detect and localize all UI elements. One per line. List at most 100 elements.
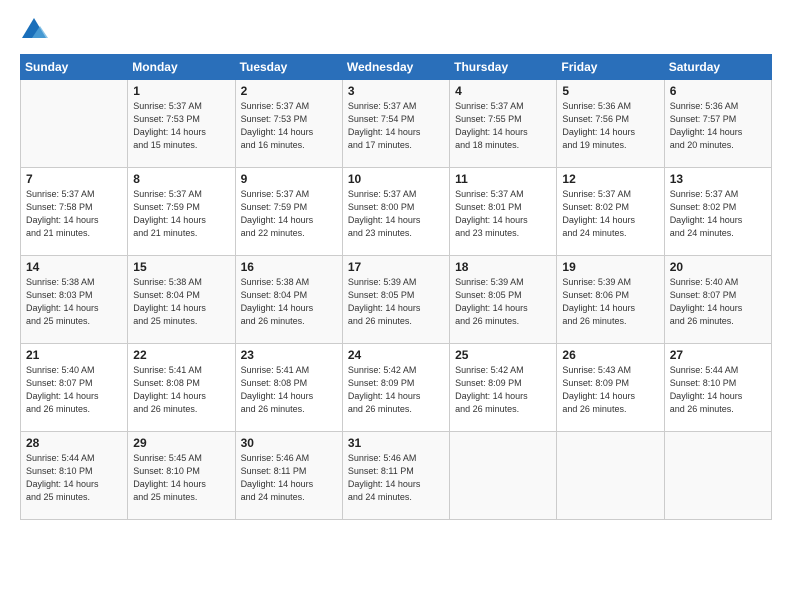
calendar-cell <box>557 432 664 520</box>
day-number: 26 <box>562 348 658 362</box>
day-number: 15 <box>133 260 229 274</box>
day-number: 8 <box>133 172 229 186</box>
calendar-cell <box>21 80 128 168</box>
calendar-cell: 10 Sunrise: 5:37 AM Sunset: 8:00 PM Dayli… <box>342 168 449 256</box>
calendar-cell: 13 Sunrise: 5:37 AM Sunset: 8:02 PM Dayli… <box>664 168 771 256</box>
calendar-cell: 25 Sunrise: 5:42 AM Sunset: 8:09 PM Dayli… <box>450 344 557 432</box>
day-info: Sunrise: 5:38 AM Sunset: 8:04 PM Dayligh… <box>241 276 337 328</box>
day-info: Sunrise: 5:37 AM Sunset: 7:55 PM Dayligh… <box>455 100 551 152</box>
calendar-cell: 2 Sunrise: 5:37 AM Sunset: 7:53 PM Daylig… <box>235 80 342 168</box>
day-number: 16 <box>241 260 337 274</box>
day-number: 4 <box>455 84 551 98</box>
day-info: Sunrise: 5:38 AM Sunset: 8:03 PM Dayligh… <box>26 276 122 328</box>
day-number: 10 <box>348 172 444 186</box>
day-number: 2 <box>241 84 337 98</box>
calendar-cell <box>664 432 771 520</box>
day-info: Sunrise: 5:37 AM Sunset: 8:02 PM Dayligh… <box>562 188 658 240</box>
day-info: Sunrise: 5:43 AM Sunset: 8:09 PM Dayligh… <box>562 364 658 416</box>
calendar-cell: 23 Sunrise: 5:41 AM Sunset: 8:08 PM Dayli… <box>235 344 342 432</box>
calendar-cell: 12 Sunrise: 5:37 AM Sunset: 8:02 PM Dayli… <box>557 168 664 256</box>
calendar-cell: 1 Sunrise: 5:37 AM Sunset: 7:53 PM Daylig… <box>128 80 235 168</box>
day-info: Sunrise: 5:37 AM Sunset: 7:59 PM Dayligh… <box>241 188 337 240</box>
day-info: Sunrise: 5:37 AM Sunset: 8:02 PM Dayligh… <box>670 188 766 240</box>
day-number: 14 <box>26 260 122 274</box>
day-number: 5 <box>562 84 658 98</box>
calendar-week-3: 14 Sunrise: 5:38 AM Sunset: 8:03 PM Dayli… <box>21 256 772 344</box>
calendar-cell: 16 Sunrise: 5:38 AM Sunset: 8:04 PM Dayli… <box>235 256 342 344</box>
day-number: 28 <box>26 436 122 450</box>
calendar-cell: 21 Sunrise: 5:40 AM Sunset: 8:07 PM Dayli… <box>21 344 128 432</box>
day-info: Sunrise: 5:37 AM Sunset: 7:53 PM Dayligh… <box>241 100 337 152</box>
calendar-cell: 18 Sunrise: 5:39 AM Sunset: 8:05 PM Dayli… <box>450 256 557 344</box>
day-info: Sunrise: 5:37 AM Sunset: 8:01 PM Dayligh… <box>455 188 551 240</box>
day-info: Sunrise: 5:39 AM Sunset: 8:06 PM Dayligh… <box>562 276 658 328</box>
day-info: Sunrise: 5:40 AM Sunset: 8:07 PM Dayligh… <box>670 276 766 328</box>
calendar-cell: 30 Sunrise: 5:46 AM Sunset: 8:11 PM Dayli… <box>235 432 342 520</box>
day-info: Sunrise: 5:39 AM Sunset: 8:05 PM Dayligh… <box>455 276 551 328</box>
calendar-cell: 4 Sunrise: 5:37 AM Sunset: 7:55 PM Daylig… <box>450 80 557 168</box>
weekday-header-wednesday: Wednesday <box>342 55 449 80</box>
calendar-cell: 9Sunrise: 5:37 AM Sunset: 7:59 PM Daylig… <box>235 168 342 256</box>
calendar-cell: 27Sunrise: 5:44 AM Sunset: 8:10 PM Dayli… <box>664 344 771 432</box>
calendar-header: SundayMondayTuesdayWednesdayThursdayFrid… <box>21 55 772 80</box>
day-number: 6 <box>670 84 766 98</box>
day-info: Sunrise: 5:37 AM Sunset: 7:59 PM Dayligh… <box>133 188 229 240</box>
calendar-cell: 3 Sunrise: 5:37 AM Sunset: 7:54 PM Daylig… <box>342 80 449 168</box>
calendar-body: 1 Sunrise: 5:37 AM Sunset: 7:53 PM Daylig… <box>21 80 772 520</box>
day-info: Sunrise: 5:46 AM Sunset: 8:11 PM Dayligh… <box>348 452 444 504</box>
day-info: Sunrise: 5:39 AM Sunset: 8:05 PM Dayligh… <box>348 276 444 328</box>
day-info: Sunrise: 5:46 AM Sunset: 8:11 PM Dayligh… <box>241 452 337 504</box>
calendar-cell: 14 Sunrise: 5:38 AM Sunset: 8:03 PM Dayli… <box>21 256 128 344</box>
day-number: 19 <box>562 260 658 274</box>
day-number: 17 <box>348 260 444 274</box>
day-number: 3 <box>348 84 444 98</box>
calendar-cell: 20 Sunrise: 5:40 AM Sunset: 8:07 PM Dayli… <box>664 256 771 344</box>
day-info: Sunrise: 5:37 AM Sunset: 8:00 PM Dayligh… <box>348 188 444 240</box>
header <box>20 16 772 44</box>
calendar-week-1: 1 Sunrise: 5:37 AM Sunset: 7:53 PM Daylig… <box>21 80 772 168</box>
calendar-cell <box>450 432 557 520</box>
weekday-header-monday: Monday <box>128 55 235 80</box>
day-info: Sunrise: 5:40 AM Sunset: 8:07 PM Dayligh… <box>26 364 122 416</box>
day-info: Sunrise: 5:37 AM Sunset: 7:58 PM Dayligh… <box>26 188 122 240</box>
weekday-header-sunday: Sunday <box>21 55 128 80</box>
day-info: Sunrise: 5:42 AM Sunset: 8:09 PM Dayligh… <box>455 364 551 416</box>
calendar-cell: 6 Sunrise: 5:36 AM Sunset: 7:57 PM Daylig… <box>664 80 771 168</box>
day-number: 25 <box>455 348 551 362</box>
day-number: 11 <box>455 172 551 186</box>
day-number: 20 <box>670 260 766 274</box>
calendar-cell: 29 Sunrise: 5:45 AM Sunset: 8:10 PM Dayli… <box>128 432 235 520</box>
logo <box>20 16 52 44</box>
day-number: 31 <box>348 436 444 450</box>
day-info: Sunrise: 5:45 AM Sunset: 8:10 PM Dayligh… <box>133 452 229 504</box>
day-number: 18 <box>455 260 551 274</box>
calendar-table: SundayMondayTuesdayWednesdayThursdayFrid… <box>20 54 772 520</box>
day-info: Sunrise: 5:41 AM Sunset: 8:08 PM Dayligh… <box>241 364 337 416</box>
calendar-cell: 19 Sunrise: 5:39 AM Sunset: 8:06 PM Dayli… <box>557 256 664 344</box>
day-number: 1 <box>133 84 229 98</box>
day-info: Sunrise: 5:37 AM Sunset: 7:53 PM Dayligh… <box>133 100 229 152</box>
day-number: 27 <box>670 348 766 362</box>
day-number: 21 <box>26 348 122 362</box>
calendar-week-2: 7Sunrise: 5:37 AM Sunset: 7:58 PM Daylig… <box>21 168 772 256</box>
day-number: 12 <box>562 172 658 186</box>
calendar-cell: 7Sunrise: 5:37 AM Sunset: 7:58 PM Daylig… <box>21 168 128 256</box>
weekday-header-friday: Friday <box>557 55 664 80</box>
calendar-cell: 28 Sunrise: 5:44 AM Sunset: 8:10 PM Dayli… <box>21 432 128 520</box>
calendar-cell: 26 Sunrise: 5:43 AM Sunset: 8:09 PM Dayli… <box>557 344 664 432</box>
day-number: 29 <box>133 436 229 450</box>
day-number: 13 <box>670 172 766 186</box>
calendar-week-5: 28 Sunrise: 5:44 AM Sunset: 8:10 PM Dayli… <box>21 432 772 520</box>
day-info: Sunrise: 5:44 AM Sunset: 8:10 PM Dayligh… <box>26 452 122 504</box>
weekday-header-saturday: Saturday <box>664 55 771 80</box>
day-number: 22 <box>133 348 229 362</box>
day-number: 23 <box>241 348 337 362</box>
page: SundayMondayTuesdayWednesdayThursdayFrid… <box>0 0 792 612</box>
day-info: Sunrise: 5:36 AM Sunset: 7:56 PM Dayligh… <box>562 100 658 152</box>
calendar-cell: 5 Sunrise: 5:36 AM Sunset: 7:56 PM Daylig… <box>557 80 664 168</box>
weekday-header-tuesday: Tuesday <box>235 55 342 80</box>
day-info: Sunrise: 5:37 AM Sunset: 7:54 PM Dayligh… <box>348 100 444 152</box>
day-info: Sunrise: 5:36 AM Sunset: 7:57 PM Dayligh… <box>670 100 766 152</box>
calendar-cell: 11 Sunrise: 5:37 AM Sunset: 8:01 PM Dayli… <box>450 168 557 256</box>
day-number: 30 <box>241 436 337 450</box>
